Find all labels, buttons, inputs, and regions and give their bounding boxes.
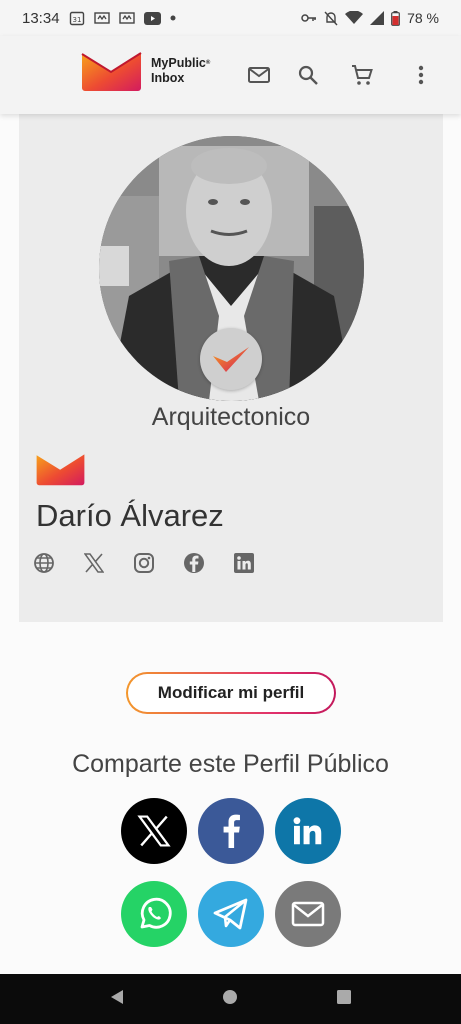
facebook-link[interactable]	[183, 552, 205, 574]
share-x-button[interactable]	[121, 798, 187, 864]
telegram-icon	[213, 898, 248, 930]
x-icon	[84, 553, 104, 573]
instagram-link[interactable]	[133, 552, 155, 574]
linkedin-icon	[293, 817, 322, 845]
youtube-icon	[143, 11, 161, 25]
back-icon	[110, 989, 123, 1004]
recents-icon	[337, 989, 352, 1004]
mail-icon	[248, 67, 270, 83]
brand-name-line2: Inbox	[151, 71, 185, 85]
notification-icon	[93, 10, 110, 26]
share-linkedin-button[interactable]	[275, 798, 341, 864]
mail-button[interactable]	[244, 60, 274, 90]
checkmark-icon	[213, 347, 249, 372]
key-icon	[301, 12, 317, 24]
more-options-button[interactable]	[406, 60, 436, 90]
profile-category: Arquitectonico	[151, 403, 311, 431]
profile-card: Arquitectonico Darío Álvarez	[19, 114, 443, 622]
brand-logo[interactable]: MyPublic® Inbox	[80, 50, 210, 92]
brand-logo-small	[35, 452, 86, 491]
facebook-icon	[184, 553, 204, 573]
category-badge	[200, 328, 262, 390]
signal-icon	[370, 11, 385, 25]
nav-back-button[interactable]	[109, 989, 125, 1010]
brand-registered: ®	[205, 60, 211, 66]
profile-social-links	[33, 552, 255, 574]
cart-icon	[352, 65, 373, 85]
cart-button[interactable]	[347, 60, 377, 90]
navigation-bar	[0, 974, 461, 1024]
calendar-icon: 31	[69, 10, 85, 26]
edit-profile-label: Modificar mi perfil	[128, 674, 334, 712]
wifi-icon	[345, 11, 364, 25]
profile-name: Darío Álvarez	[36, 498, 224, 533]
share-facebook-button[interactable]	[198, 798, 264, 864]
whatsapp-icon	[140, 897, 172, 929]
website-link[interactable]	[33, 552, 55, 574]
share-whatsapp-button[interactable]	[121, 881, 187, 947]
linkedin-link[interactable]	[233, 552, 255, 574]
nav-home-button[interactable]	[222, 989, 238, 1010]
brand-logo-icon	[81, 52, 142, 91]
home-icon	[223, 989, 238, 1004]
search-button[interactable]	[293, 60, 323, 90]
share-telegram-button[interactable]	[198, 881, 264, 947]
x-icon	[137, 815, 171, 847]
battery-icon	[391, 10, 400, 26]
instagram-icon	[134, 553, 154, 573]
email-icon	[291, 901, 325, 927]
mute-icon	[324, 11, 338, 26]
brand-name-line1: MyPublic	[151, 56, 206, 70]
share-title: Comparte este Perfil Público	[72, 750, 389, 778]
app-bar: MyPublic® Inbox	[0, 36, 461, 114]
share-email-button[interactable]	[275, 881, 341, 947]
status-time: 13:34	[22, 9, 60, 27]
nav-recents-button[interactable]	[336, 989, 352, 1010]
battery-level: 78 %	[407, 10, 439, 26]
status-bar: 13:34 31 78 %	[0, 0, 461, 36]
x-link[interactable]	[83, 552, 105, 574]
svg-text:31: 31	[72, 16, 81, 24]
dot-icon	[170, 15, 176, 21]
search-icon	[298, 65, 318, 85]
edit-profile-button[interactable]: Modificar mi perfil	[126, 672, 336, 714]
facebook-icon	[223, 814, 240, 848]
linkedin-icon	[234, 553, 254, 573]
globe-icon	[34, 553, 54, 573]
notification-icon	[118, 10, 135, 26]
more-vert-icon	[418, 65, 424, 85]
